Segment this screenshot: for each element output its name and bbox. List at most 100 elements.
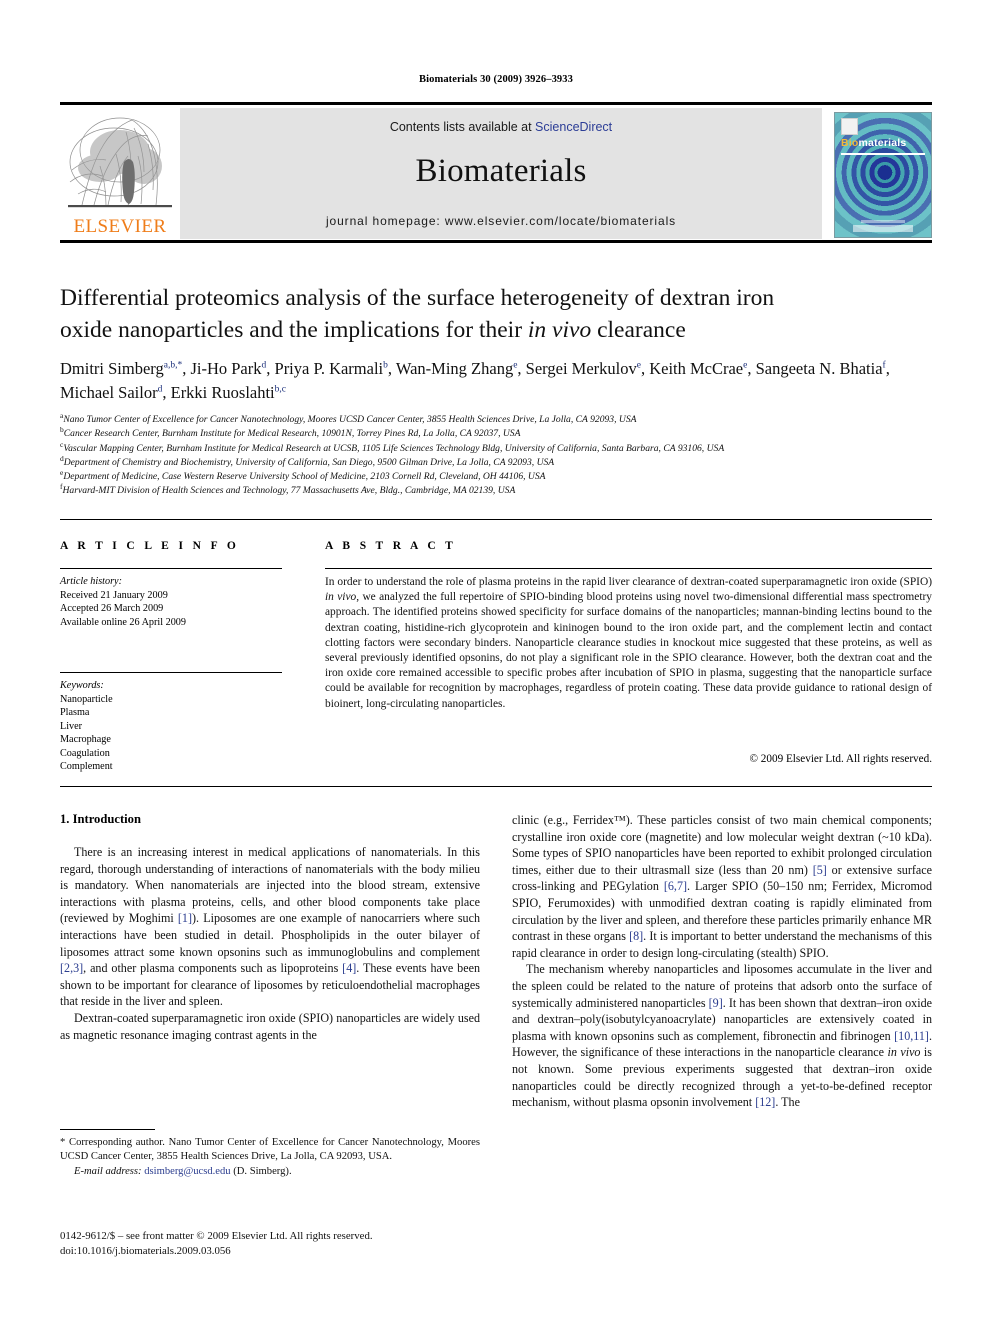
abstract-part-1: In order to understand the role of plasm… <box>325 576 932 588</box>
footnote-block: * Corresponding author. Nano Tumor Cente… <box>60 1136 480 1179</box>
citation-reference[interactable]: [4] <box>342 961 356 975</box>
author-affiliation-mark: d <box>157 384 163 395</box>
elsevier-wordmark: ELSEVIER <box>73 216 167 237</box>
keyword-item: Liver <box>60 720 83 732</box>
abstract-heading: A B S T R A C T <box>325 540 457 552</box>
elsevier-tree-icon <box>68 117 172 208</box>
cover-title-rest: materials <box>858 137 907 149</box>
keyword-item: Coagulation <box>60 747 110 759</box>
journal-name: Biomaterials <box>415 153 587 189</box>
info-divider-b <box>60 672 282 673</box>
author-name: Wan-Ming Zhang <box>395 359 514 378</box>
author-name: Sangeeta N. Bhatia <box>755 359 883 378</box>
issn-copyright-line: 0142-9612/$ – see front matter © 2009 El… <box>60 1230 373 1242</box>
body-paragraph: There is an increasing interest in medic… <box>60 845 480 1009</box>
journal-cover-thumbnail: Biomaterials <box>822 108 932 239</box>
journal-homepage-line[interactable]: journal homepage: www.elsevier.com/locat… <box>180 214 822 228</box>
author-name: Priya P. Karmali <box>274 359 384 378</box>
citation-reference[interactable]: [2,3] <box>60 961 83 975</box>
citation-reference[interactable]: [6,7] <box>664 879 687 893</box>
affiliation-item: cVascular Mapping Center, Burnham Instit… <box>60 440 932 456</box>
keyword-item: Complement <box>60 761 113 772</box>
author-affiliation-mark: b <box>383 360 388 371</box>
article-title-line2-italic: in vivo <box>527 317 592 343</box>
keyword-item: Nanoparticle <box>60 693 113 705</box>
citation-reference[interactable]: [12] <box>755 1095 775 1109</box>
author-affiliation-mark: f <box>882 360 886 371</box>
abstract-divider <box>325 568 932 569</box>
body-column-right: clinic (e.g., Ferridex™). These particle… <box>512 812 932 1111</box>
front-matter-block: 0142-9612/$ – see front matter © 2009 El… <box>60 1229 520 1258</box>
info-top-divider <box>60 519 932 520</box>
author-affiliation-mark: e <box>636 360 641 371</box>
article-info-heading: A R T I C L E I N F O <box>60 540 240 552</box>
citation-reference[interactable]: [9] <box>709 996 723 1010</box>
citation-reference[interactable]: [1] <box>178 911 192 925</box>
affiliation-item: bCancer Research Center, Burnham Institu… <box>60 426 932 441</box>
email-line: E-mail address: dsimberg@ucsd.edu (D. Si… <box>60 1165 480 1179</box>
article-history: Article history: Received 21 January 2009… <box>60 575 285 629</box>
contents-prefix: Contents lists available at <box>389 120 536 134</box>
page-title: Differential proteomics analysis of the … <box>60 282 932 346</box>
history-label: Article history: <box>60 576 122 587</box>
author-list: Dmitri Simberga,b,*, Ji-Ho Parkd, Priya … <box>60 359 890 402</box>
journal-masthead: ELSEVIER Contents lists available at Sci… <box>60 102 932 239</box>
citation-reference[interactable]: [8] <box>629 929 643 943</box>
affiliation-text: Nano Tumor Center of Excellence for Canc… <box>63 414 637 425</box>
copyright-line: © 2009 Elsevier Ltd. All rights reserved… <box>749 753 933 765</box>
corresponding-author-note: * Corresponding author. Nano Tumor Cente… <box>60 1137 480 1163</box>
info-divider-a <box>60 568 282 569</box>
author-name: Sergei Merkulov <box>525 359 637 378</box>
email-suffix: (D. Simberg). <box>230 1165 292 1177</box>
affiliation-item: fHarvard-MIT Division of Health Sciences… <box>60 483 932 498</box>
author-affiliation-mark: a,b,* <box>163 360 183 371</box>
body-paragraph: Dextran-coated superparamagnetic iron ox… <box>60 1010 480 1042</box>
author-affiliation-mark: b,c <box>274 384 286 395</box>
journal-band: Contents lists available at ScienceDirec… <box>180 108 822 239</box>
header-block-bottom-divider <box>60 786 932 787</box>
affiliation-list: aNano Tumor Center of Excellence for Can… <box>60 412 932 499</box>
author-name: Erkki Ruoslahti <box>170 383 275 402</box>
affiliation-item: dDepartment of Chemistry and Biochemistr… <box>60 454 932 470</box>
journal-article-page: Biomaterials 30 (2009) 3926–3933 ELSEVIE… <box>0 0 992 1323</box>
affiliation-text: Cancer Research Center, Burnham Institut… <box>63 428 521 440</box>
email-link[interactable]: dsimberg@ucsd.edu <box>144 1166 230 1177</box>
history-item: Available online 26 April 2009 <box>60 616 186 628</box>
citation-reference[interactable]: [10,11] <box>894 1029 929 1043</box>
body-column-left: There is an increasing interest in medic… <box>60 844 480 1043</box>
cover-artwork: Biomaterials <box>834 112 932 238</box>
keywords-label: Keywords: <box>60 680 104 691</box>
section-heading-introduction: 1. Introduction <box>60 812 141 826</box>
cover-underline <box>841 153 925 155</box>
affiliation-item: aNano Tumor Center of Excellence for Can… <box>60 412 932 427</box>
abstract-italic-in-vivo: in vivo <box>325 591 357 604</box>
author-affiliation-mark: e <box>513 360 518 371</box>
body-paragraph: clinic (e.g., Ferridex™). These particle… <box>512 813 933 960</box>
running-head: Biomaterials 30 (2009) 3926–3933 <box>419 74 573 85</box>
contents-list-line: Contents lists available at ScienceDirec… <box>180 120 822 134</box>
keyword-item: Macrophage <box>60 734 111 745</box>
citation-reference[interactable]: [5] <box>813 863 827 877</box>
article-title-line2-pre: oxide nanoparticles and the implications… <box>60 317 528 343</box>
sciencedirect-link[interactable]: ScienceDirect <box>535 120 612 134</box>
history-item: Received 21 January 2009 <box>60 589 168 601</box>
article-keywords: Keywords: Nanoparticle Plasma Liver Macropha… <box>60 679 285 774</box>
cover-footer-bar-2 <box>861 220 905 223</box>
body-paragraph: The mechanism whereby nanoparticles and … <box>512 962 932 1110</box>
affiliation-text: Vascular Mapping Center, Burnham Institu… <box>63 442 725 454</box>
cover-footer-bar <box>853 225 913 232</box>
affiliation-text: Department of Chemistry and Biochemistry… <box>63 456 555 468</box>
elsevier-logo: ELSEVIER <box>60 108 180 239</box>
author-name: Keith McCrae <box>649 359 744 378</box>
title-divider <box>60 240 932 243</box>
cover-title: Biomaterials <box>841 137 906 149</box>
author-name: Michael Sailor <box>60 383 158 402</box>
affiliation-item: eDepartment of Medicine, Case Western Re… <box>60 469 932 484</box>
author-affiliation-mark: d <box>261 360 267 371</box>
email-label: E-mail address: <box>74 1165 142 1177</box>
italic-phrase: in vivo <box>887 1045 921 1060</box>
abstract-text: In order to understand the role of plasm… <box>325 575 932 712</box>
article-title-line2-post: clearance <box>591 317 686 343</box>
author-name: Ji-Ho Park <box>190 359 262 378</box>
abstract-part-2: , we analyzed the full repertoire of SPI… <box>325 591 933 710</box>
